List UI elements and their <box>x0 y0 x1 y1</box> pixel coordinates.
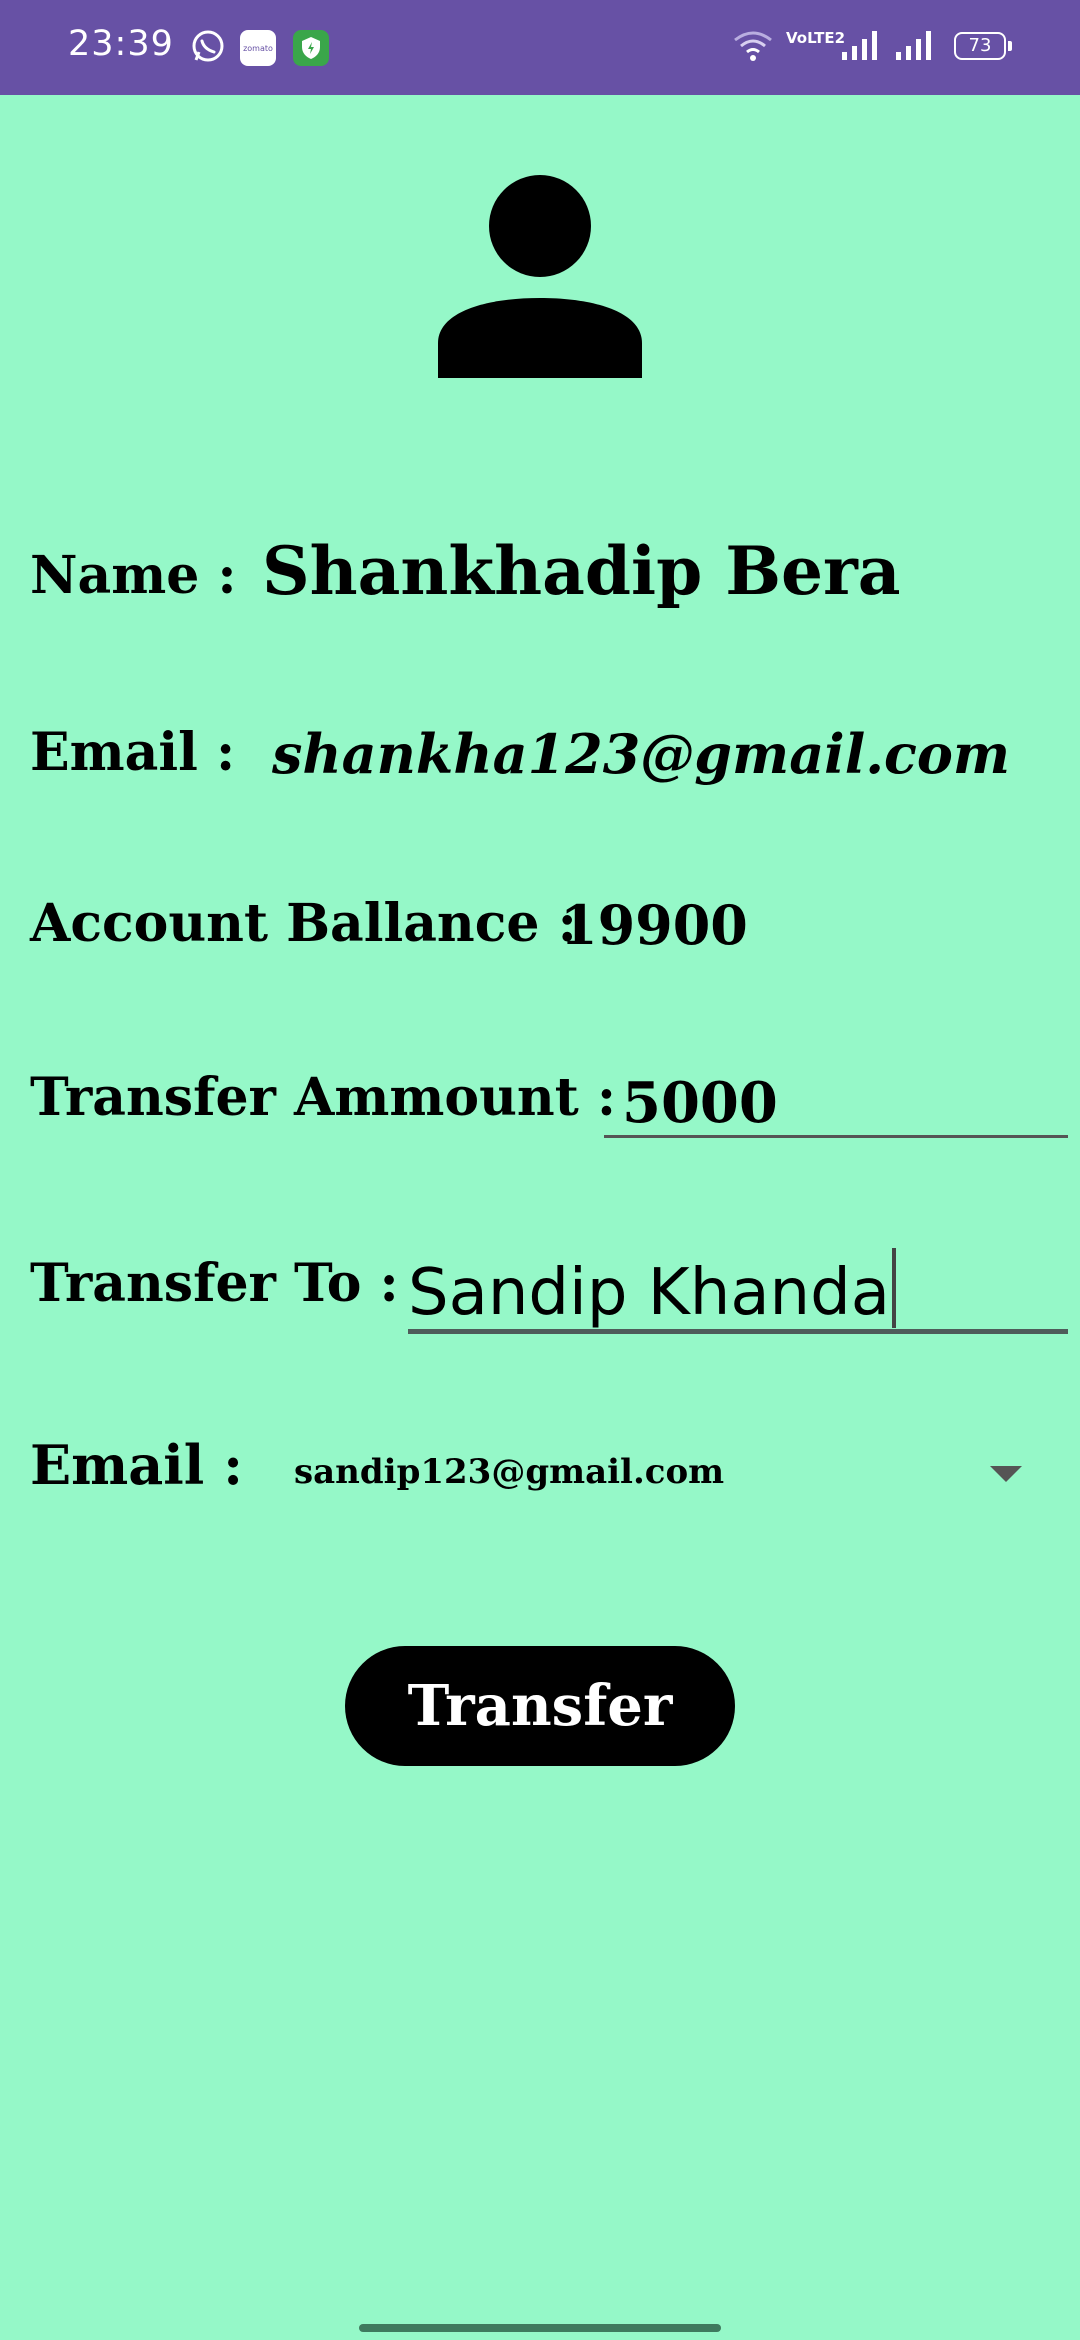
transfer-to-label: Transfer To : <box>30 1253 399 1314</box>
email-value: shankha123@gmail.com <box>272 722 1011 786</box>
recipient-email-dropdown[interactable]: sandip123@gmail.com <box>292 1440 1032 1502</box>
text-cursor <box>891 1248 896 1328</box>
clock: 23:39 <box>68 24 174 64</box>
recipient-email-selected: sandip123@gmail.com <box>294 1452 725 1492</box>
transfer-amount-value: 5000 <box>622 1070 778 1136</box>
shield-icon <box>293 30 329 66</box>
whatsapp-icon <box>192 30 224 62</box>
signal-icon <box>896 31 931 60</box>
recipient-email-label: Email : <box>30 1433 244 1497</box>
zomato-icon-label: zomato <box>243 43 273 53</box>
user-avatar-icon <box>438 175 642 378</box>
battery-icon: 73 <box>954 32 1012 60</box>
email-label: Email : <box>30 722 236 783</box>
status-bar: 23:39 zomato VoLTE2 73 <box>0 0 1080 95</box>
volte-icon: VoLTE2 <box>786 29 846 47</box>
transfer-amount-input[interactable]: 5000 <box>604 1050 1068 1138</box>
transfer-to-input[interactable]: Sandip Khanda <box>408 1230 1068 1334</box>
zomato-icon: zomato <box>240 30 276 66</box>
transfer-to-value: Sandip Khanda <box>408 1256 890 1330</box>
gesture-nav-handle[interactable] <box>359 2324 721 2332</box>
signal-icon <box>842 31 877 60</box>
transfer-amount-label: Transfer Ammount : <box>30 1067 617 1128</box>
dropdown-arrow-icon <box>990 1466 1022 1482</box>
balance-value: 19900 <box>560 893 748 957</box>
transfer-button[interactable]: Transfer <box>345 1646 735 1766</box>
name-label: Name : <box>30 545 237 606</box>
wifi-icon <box>734 31 772 61</box>
name-value: Shankhadip Bera <box>262 532 901 610</box>
balance-label: Account Ballance : <box>30 893 577 954</box>
